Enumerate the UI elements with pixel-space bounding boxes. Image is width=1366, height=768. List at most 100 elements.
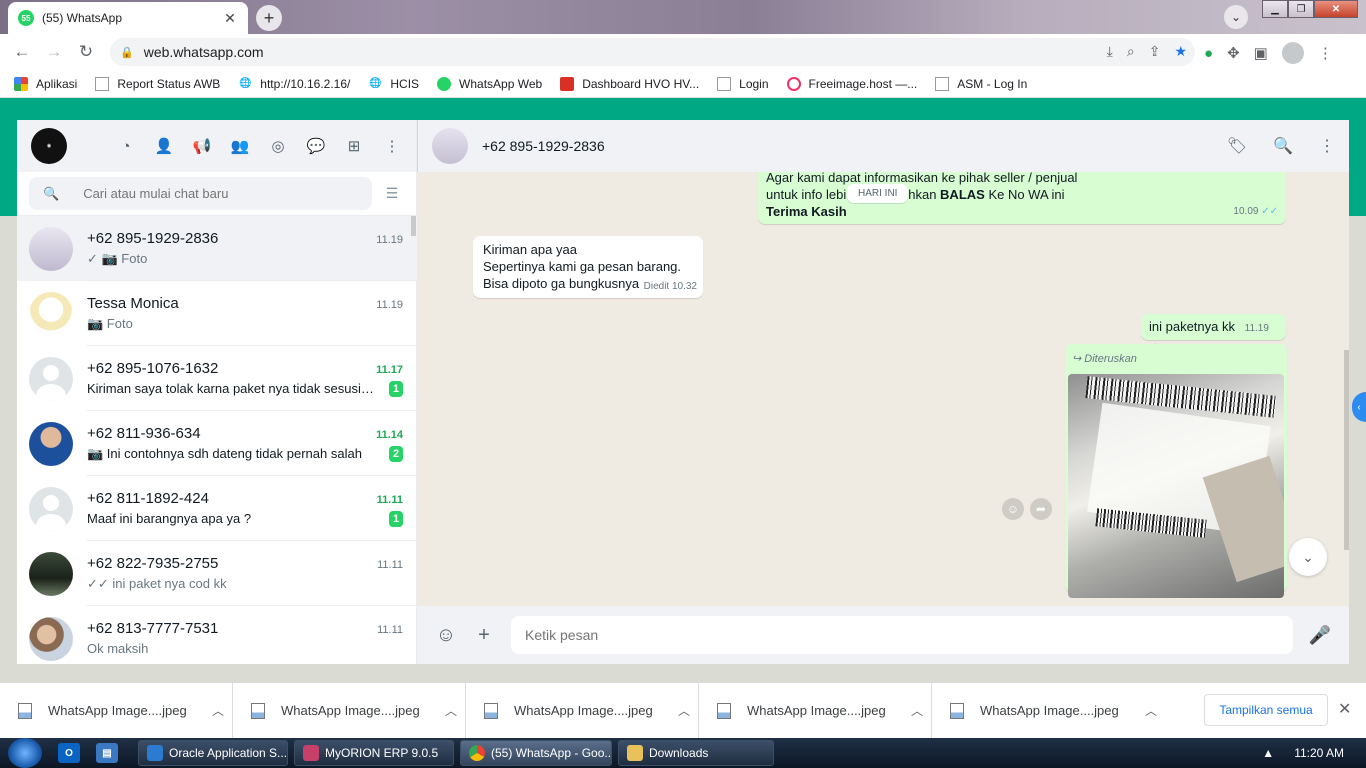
close-tab-icon[interactable]: ✕ [222,10,238,27]
back-icon[interactable]: ← [6,42,38,62]
chevron-up-icon[interactable]: ︿ [903,702,931,719]
filter-icon[interactable]: ☰ [380,185,404,202]
profile-avatar[interactable] [1281,42,1304,64]
chat-row[interactable]: +62 811-1892-424 11.11 Maaf ini barangny… [17,476,417,541]
groups-icon[interactable]: 👥 [230,136,250,156]
minimize-window-button[interactable]: ▁ [1262,0,1288,18]
browser-menu-icon[interactable]: ⋮ [1318,44,1333,62]
chat-preview: 📷 Ini contohnya sdh dateng tidak pernah … [87,445,362,461]
chevron-up-icon[interactable]: ︿ [1137,702,1165,719]
chat-row[interactable]: +62 811-936-634 11.14 📷 Ini contohnya sd… [17,411,417,476]
communities-icon[interactable]: ◔ [116,136,136,156]
channels-icon[interactable]: 💬 [306,136,326,156]
side-panel-toggle-icon[interactable]: ‹ [1352,392,1366,422]
download-item[interactable]: WhatsApp Image....jpeg ︿ [699,682,932,739]
search-messages-icon[interactable]: 🔍 [1273,136,1293,156]
forward-icon[interactable]: ➦ [1030,498,1052,520]
chevron-up-icon[interactable]: ︿ [437,702,465,719]
download-item[interactable]: WhatsApp Image....jpeg ︿ [0,682,233,739]
message-input[interactable] [511,616,1293,654]
status-icon[interactable]: ◎ [268,136,288,156]
bookmark-dashboard-hvo[interactable]: Dashboard HVO HV... [560,76,699,91]
bookmark-freeimage[interactable]: Freeimage.host —... [786,76,917,91]
taskbar-item[interactable]: Oracle Application S... [138,740,288,766]
bookmark-whatsapp-web[interactable]: WhatsApp Web [437,76,542,91]
outgoing-message[interactable]: ini paketnya kk 11.19 ✓ [1141,314,1286,353]
close-window-button[interactable]: ✕ [1314,0,1358,18]
new-chat-icon[interactable]: ⊞ [344,136,364,156]
bookmark-hcis[interactable]: 🌐 HCIS [368,77,419,91]
outgoing-message[interactable]: Agar kami dapat informasikan ke pihak se… [758,172,1286,224]
side-panel-icon[interactable]: ▣ [1254,44,1268,62]
maximize-window-button[interactable]: ❐ [1288,0,1314,18]
search-icon[interactable]: 🔍 [43,186,59,202]
contact-name[interactable]: +62 895-1929-2836 [482,138,605,154]
add-contact-icon[interactable]: 👤 [154,136,174,156]
clock[interactable]: 11:20 AM [1294,746,1344,760]
bookmark-asm-login[interactable]: ASM - Log In [935,76,1027,91]
forwarded-photo-message[interactable]: ↪ Diteruskan [1065,344,1287,598]
download-item[interactable]: WhatsApp Image....jpeg ︿ [233,682,466,739]
react-emoji-icon[interactable]: ☺ [1002,498,1024,520]
download-item[interactable]: WhatsApp Image....jpeg ︿ [932,683,1165,739]
broadcast-icon[interactable]: 📢 [192,136,212,156]
taskbar-item[interactable]: Downloads [618,740,774,766]
conversation-menu-icon[interactable]: ⋮ [1319,136,1335,156]
tray-expand-icon[interactable]: ▲ [1262,746,1274,760]
taskbar-item[interactable]: (55) WhatsApp - Goo... [460,740,612,766]
tab-search-button[interactable]: ⌄ [1224,5,1248,29]
conversation-header[interactable]: +62 895-1929-2836 🏷 🔍 ⋮ [417,120,1349,172]
my-profile-avatar[interactable]: ◉ [31,128,67,164]
whatsapp-extension-icon[interactable]: ● [1204,45,1213,62]
outlook-icon[interactable]: O [58,743,80,763]
chat-row[interactable]: +62 813-7777-7531 11.11 Ok maksih [17,606,417,664]
show-all-downloads-button[interactable]: Tampilkan semua [1204,694,1328,726]
chevron-up-icon[interactable]: ︿ [670,702,698,719]
download-item[interactable]: WhatsApp Image....jpeg ︿ [466,682,699,739]
search-input[interactable] [83,186,344,201]
package-photo[interactable] [1068,374,1284,598]
message-text: ini paketnya kk [1149,319,1235,334]
close-downloads-icon[interactable]: ✕ [1338,699,1351,719]
incoming-message[interactable]: Kiriman apa yaa Sepertinya kami ga pesan… [473,236,703,298]
contact-avatar[interactable] [432,128,468,164]
image-file-icon [950,702,964,719]
microphone-icon[interactable]: 🎤 [1307,625,1333,646]
chat-row[interactable]: +62 822-7935-2755 11.11 ✓✓ ini paket nya… [17,541,417,606]
bookmark-ip[interactable]: 🌐 http://10.16.2.16/ [238,77,350,91]
taskbar-item[interactable]: MyORION ERP 9.0.5 [294,740,454,766]
bookmark-login[interactable]: Login [717,76,769,91]
extensions-puzzle-icon[interactable]: ✥ [1227,44,1240,62]
attach-plus-icon[interactable]: + [471,622,497,648]
forward-icon[interactable]: → [38,42,70,62]
whatsapp-icon [437,76,452,91]
chat-row[interactable]: +62 895-1929-2836 11.19 ✓ 📷 Foto [17,216,417,281]
chevron-up-icon[interactable]: ︿ [204,702,232,719]
browser-tab-whatsapp[interactable]: 55 (55) WhatsApp ✕ [8,2,248,34]
address-url[interactable]: web.whatsapp.com [144,44,264,60]
scroll-to-bottom-button[interactable]: ⌄ [1289,538,1327,576]
chat-row[interactable]: Tessa Monica 11.19 📷 Foto [17,281,417,346]
label-tag-icon[interactable]: 🏷 [1227,136,1247,156]
sidebar-menu-icon[interactable]: ⋮ [382,136,402,156]
sidebar-scrollbar[interactable] [411,216,416,236]
start-button[interactable] [8,738,42,768]
app-launcher-icon[interactable]: ▤ [96,743,118,763]
share-icon[interactable]: ⇪ [1149,43,1161,60]
chat-time: 11.19 [376,298,403,311]
message-text: Agar kami dapat informasikan ke pihak se… [766,172,1078,185]
search-box[interactable]: 🔍 [29,177,372,210]
unread-badge: 1 [389,380,403,397]
bookmark-aplikasi[interactable]: Aplikasi [14,76,77,91]
address-bar[interactable]: 🔒 web.whatsapp.com ⤓ ⌕ ⇪ ★ [110,38,1195,66]
install-app-icon[interactable]: ⤓ [1107,43,1113,60]
conversation-scrollbar[interactable] [1344,350,1349,550]
new-tab-button[interactable]: + [256,5,282,31]
lock-icon[interactable]: 🔒 [120,46,134,59]
emoji-icon[interactable]: ☺ [433,622,459,648]
zoom-icon[interactable]: ⌕ [1127,43,1135,60]
reload-icon[interactable]: ↻ [70,42,102,62]
bookmark-report-status-awb[interactable]: Report Status AWB [95,76,220,91]
chat-row[interactable]: +62 895-1076-1632 11.17 Kiriman saya tol… [17,346,417,411]
bookmark-star-icon[interactable]: ★ [1174,43,1187,60]
